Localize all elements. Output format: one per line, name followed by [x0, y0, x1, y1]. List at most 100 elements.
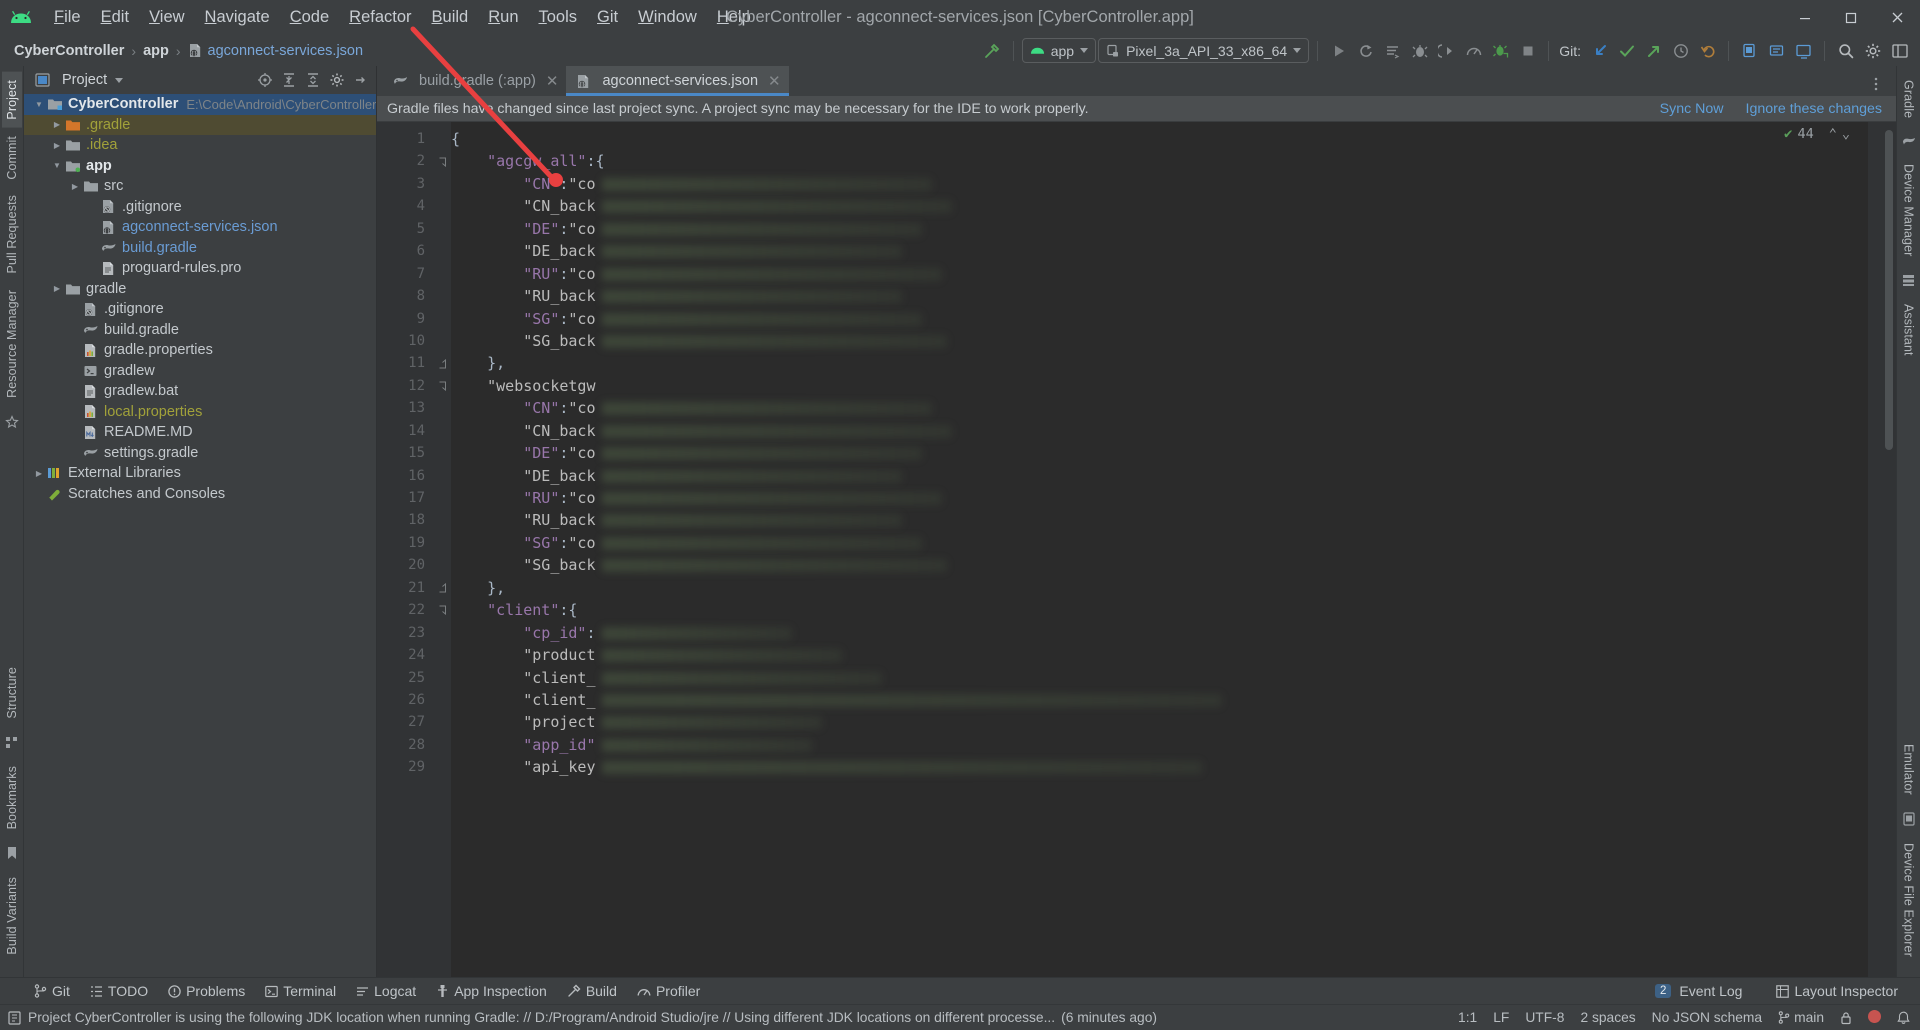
rail-tab-project[interactable]: Project — [1, 72, 22, 128]
chevron-right-icon[interactable]: ▶ — [50, 120, 64, 129]
code-line[interactable]: "RU_back — [451, 285, 1868, 307]
code-line[interactable]: "RU":"co — [451, 487, 1868, 509]
tree-item-gradle-properties[interactable]: ▶gradle.properties — [24, 340, 376, 361]
prev-problem-icon[interactable]: ⌃ — [1829, 126, 1837, 142]
tree-item-gradle[interactable]: ▶ .gradle — [24, 114, 376, 135]
collapse-all-icon[interactable] — [302, 69, 324, 91]
history-icon[interactable] — [1668, 38, 1693, 63]
line-number-gutter[interactable]: 1 2 3 4 5 6 7 8 9 10 11 12 13 14 15 16 17 18 19 20 21 22 23 24 2… — [377, 122, 433, 977]
editor-scrollbar[interactable] — [1882, 122, 1896, 977]
device-selector[interactable]: Pixel_3a_API_33_x86_64 — [1098, 38, 1310, 63]
bottom-tab-todo[interactable]: TODO — [80, 981, 158, 1001]
line-number[interactable]: 13 — [377, 397, 433, 419]
rail-tab-pull-requests[interactable]: Pull Requests — [2, 187, 22, 281]
line-number[interactable]: 15 — [377, 442, 433, 464]
code-line[interactable]: "DE_back — [451, 465, 1868, 487]
close-icon[interactable]: ✕ — [546, 72, 559, 90]
tree-item-gitignore[interactable]: ▶.gitignore — [24, 197, 376, 218]
line-number[interactable]: 20 — [377, 554, 433, 576]
menu-build[interactable]: Build — [422, 6, 479, 29]
code-editor[interactable]: 1 2 3 4 5 6 7 8 9 10 11 12 13 14 15 16 17 18 19 20 21 22 23 24 2… — [377, 122, 1896, 977]
bottom-tab-app-inspection[interactable]: App Inspection — [426, 981, 557, 1001]
bookmarks-star-icon[interactable] — [4, 414, 19, 429]
expand-all-icon[interactable] — [278, 69, 300, 91]
more-vertical-icon[interactable] — [1863, 71, 1888, 96]
line-separator[interactable]: LF — [1493, 1010, 1509, 1025]
code-line[interactable]: "product — [451, 644, 1868, 666]
sync-now-link[interactable]: Sync Now — [1660, 101, 1724, 117]
notifications-icon[interactable] — [1897, 1011, 1910, 1025]
line-number[interactable]: 5 — [377, 218, 433, 240]
undo-icon[interactable] — [1695, 38, 1720, 63]
menu-git[interactable]: Git — [587, 6, 628, 29]
event-log-button[interactable]: 2 Event Log — [1645, 981, 1752, 1001]
tree-item-settings-gradle[interactable]: ▶settings.gradle — [24, 443, 376, 464]
close-icon[interactable]: ✕ — [768, 72, 781, 90]
code-line[interactable]: "cp_id": — [451, 622, 1868, 644]
fold-open-icon[interactable] — [433, 599, 451, 621]
tree-item-src[interactable]: ▶ src — [24, 176, 376, 197]
line-number[interactable]: 28 — [377, 734, 433, 756]
fold-open-icon[interactable] — [433, 150, 451, 172]
bottom-tab-terminal[interactable]: Terminal — [255, 981, 346, 1001]
tree-item-readme-md[interactable]: ▶README.MD — [24, 422, 376, 443]
rail-tab-resource-manager[interactable]: Resource Manager — [2, 282, 22, 406]
breadcrumb-file[interactable]: {} agconnect-services.json — [188, 43, 363, 59]
code-line[interactable]: "DE":"co — [451, 442, 1868, 464]
code-line[interactable]: "client_ — [451, 667, 1868, 689]
line-number[interactable]: 16 — [377, 465, 433, 487]
maximize-button[interactable] — [1828, 0, 1874, 35]
tree-item-agconnect-services-json[interactable]: ▶{}agconnect-services.json — [24, 217, 376, 238]
bottom-tab-build[interactable]: Build — [557, 981, 627, 1001]
breadcrumb-project[interactable]: CyberController — [14, 43, 124, 59]
chevron-right-icon[interactable]: ▶ — [50, 284, 64, 293]
code-line[interactable]: "project — [451, 711, 1868, 733]
rail-tab-gradle[interactable]: Gradle — [1899, 72, 1919, 126]
git-branch-widget[interactable]: main — [1778, 1010, 1824, 1025]
code-line[interactable]: "CN":"co — [451, 173, 1868, 195]
scrollbar-thumb[interactable] — [1885, 130, 1893, 450]
error-icon[interactable] — [1868, 1009, 1881, 1026]
sdk-manager-icon[interactable] — [1764, 38, 1789, 63]
menu-help[interactable]: Help — [707, 6, 761, 29]
code-line[interactable]: "RU":"co — [451, 263, 1868, 285]
menu-code[interactable]: Code — [280, 6, 339, 29]
emulator-icon[interactable] — [1902, 812, 1915, 826]
indent-setting[interactable]: 2 spaces — [1580, 1010, 1635, 1025]
menu-navigate[interactable]: Navigate — [195, 6, 280, 29]
line-number[interactable]: 4 — [377, 195, 433, 217]
bookmark-icon[interactable] — [6, 846, 18, 860]
line-number[interactable]: 25 — [377, 667, 433, 689]
bottom-tab-git[interactable]: Git — [24, 981, 80, 1001]
layout-inspector-button[interactable]: Layout Inspector — [1766, 981, 1908, 1001]
fold-close-icon[interactable] — [433, 352, 451, 374]
rail-tab-commit[interactable]: Commit — [2, 128, 22, 188]
menu-refactor[interactable]: Refactor — [339, 6, 421, 29]
code-line[interactable]: }, — [451, 577, 1868, 599]
code-line[interactable]: }, — [451, 352, 1868, 374]
profiler-icon[interactable] — [1461, 38, 1486, 63]
line-number[interactable]: 21 — [377, 577, 433, 599]
line-number[interactable]: 6 — [377, 240, 433, 262]
code-line[interactable]: "client_ — [451, 689, 1868, 711]
line-number[interactable]: 27 — [377, 711, 433, 733]
ignore-changes-link[interactable]: Ignore these changes — [1746, 101, 1882, 117]
caret-position[interactable]: 1:1 — [1458, 1010, 1477, 1025]
avd-manager-icon[interactable] — [1737, 38, 1762, 63]
tree-item-gitignore[interactable]: ▶.gitignore — [24, 299, 376, 320]
tree-item-build-gradle[interactable]: ▶build.gradle — [24, 320, 376, 341]
code-line[interactable]: "SG":"co — [451, 308, 1868, 330]
code-line[interactable]: "client":{ — [451, 599, 1868, 621]
code-line[interactable]: "CN":"co — [451, 397, 1868, 419]
bottom-tab-logcat[interactable]: Logcat — [346, 981, 426, 1001]
git-push-icon[interactable] — [1641, 38, 1666, 63]
line-number[interactable]: 29 — [377, 756, 433, 778]
rail-tab-device-file-explorer[interactable]: Device File Explorer — [1899, 835, 1919, 965]
line-number[interactable]: 23 — [377, 622, 433, 644]
code-line[interactable]: "CN_back — [451, 195, 1868, 217]
device-mirror-icon[interactable] — [1791, 38, 1816, 63]
rail-tab-bookmarks[interactable]: Bookmarks — [2, 758, 22, 837]
hide-panel-icon[interactable] — [350, 69, 372, 91]
menu-window[interactable]: Window — [628, 6, 707, 29]
structure-icon[interactable] — [5, 736, 18, 749]
